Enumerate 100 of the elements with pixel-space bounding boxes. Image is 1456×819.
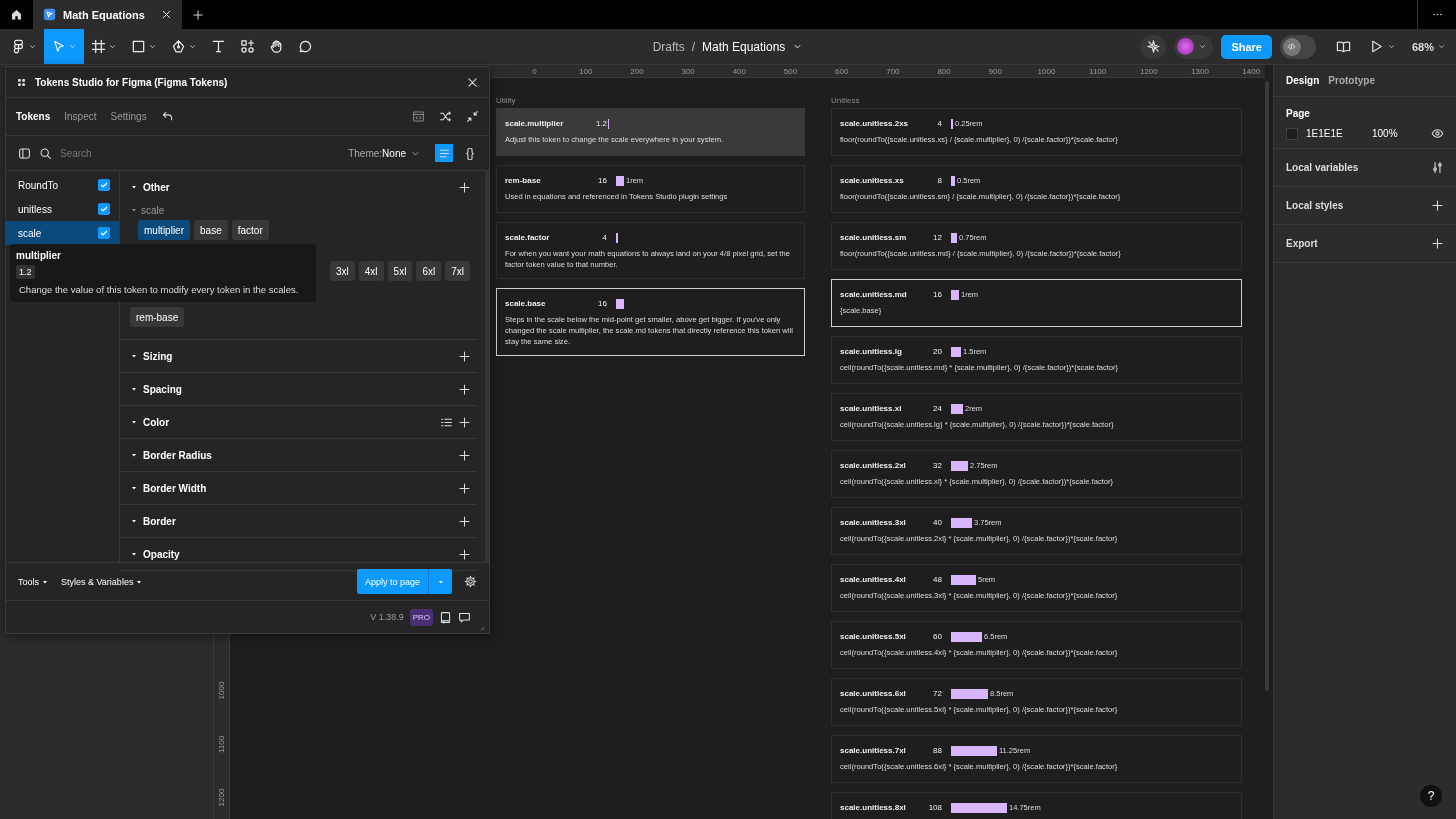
plus-icon[interactable] bbox=[458, 448, 471, 462]
group-title[interactable]: Color bbox=[143, 416, 170, 428]
json-view-button[interactable]: {} bbox=[461, 144, 479, 162]
text-cursor bbox=[608, 118, 609, 129]
sliders-icon[interactable] bbox=[1431, 161, 1444, 174]
token-chip[interactable]: 5xl bbox=[387, 261, 413, 281]
token-name: scale.unitless.6xl bbox=[840, 689, 907, 698]
close-icon[interactable] bbox=[466, 75, 479, 89]
token-set-item[interactable]: RoundTo bbox=[6, 173, 119, 197]
caret-icon[interactable] bbox=[130, 352, 138, 360]
color-swatch[interactable] bbox=[1286, 127, 1298, 140]
size-swatch bbox=[951, 346, 961, 357]
plus-icon[interactable] bbox=[1431, 199, 1444, 212]
token-value: 8 bbox=[936, 176, 942, 185]
dev-mode-toggle[interactable] bbox=[1279, 34, 1316, 59]
size-swatch bbox=[951, 403, 963, 414]
help-button[interactable]: ? bbox=[1420, 785, 1442, 807]
close-icon[interactable] bbox=[161, 9, 172, 20]
section-title: Page bbox=[1286, 108, 1311, 119]
ruler-label: 600 bbox=[835, 66, 849, 76]
docs-icon[interactable] bbox=[439, 610, 452, 624]
plugin-tab[interactable]: Inspect bbox=[64, 111, 97, 122]
token-chip[interactable]: 6xl bbox=[416, 261, 442, 281]
code-window-icon[interactable] bbox=[412, 110, 425, 123]
token-name: scale.unitless.xl bbox=[840, 404, 903, 413]
plus-icon[interactable] bbox=[458, 547, 471, 561]
token-set-item[interactable]: unitless bbox=[6, 197, 119, 221]
file-tab[interactable]: Math Equations bbox=[33, 0, 182, 29]
panel-tab[interactable]: Prototype bbox=[1328, 75, 1375, 86]
token-chip[interactable]: rem-base bbox=[130, 307, 185, 327]
plus-icon[interactable] bbox=[458, 514, 471, 528]
group-title[interactable]: Border bbox=[143, 515, 176, 527]
plugin-tab[interactable]: Settings bbox=[110, 111, 147, 122]
plus-icon[interactable] bbox=[458, 481, 471, 495]
token-value: 4 bbox=[936, 119, 942, 128]
token-set-item[interactable]: scale bbox=[6, 221, 119, 245]
zoom-menu[interactable]: 68% bbox=[1411, 40, 1446, 53]
plus-icon[interactable] bbox=[458, 349, 471, 363]
breadcrumb-folder[interactable]: Drafts bbox=[652, 39, 685, 54]
caret-icon[interactable] bbox=[130, 418, 138, 426]
group-title[interactable]: Sizing bbox=[143, 350, 173, 362]
menu-button[interactable]: Tools bbox=[18, 576, 49, 587]
token-value: 60 bbox=[932, 632, 942, 641]
book-icon[interactable] bbox=[1335, 39, 1351, 54]
token-name: rem-base bbox=[505, 176, 542, 185]
settings-icon[interactable] bbox=[464, 575, 477, 588]
group-title[interactable]: Spacing bbox=[143, 383, 182, 395]
menu-button[interactable]: Styles & Variables bbox=[61, 576, 144, 587]
plus-icon[interactable] bbox=[1431, 237, 1444, 250]
plus-icon[interactable] bbox=[458, 382, 471, 396]
size-swatch bbox=[951, 232, 957, 243]
plugin-tab[interactable]: Tokens bbox=[16, 111, 51, 122]
file-name[interactable]: Math Equations bbox=[702, 39, 786, 54]
caret-icon[interactable] bbox=[130, 550, 138, 558]
caret-icon[interactable] bbox=[130, 517, 138, 525]
ruler-label: 0 bbox=[532, 66, 537, 76]
caret-icon[interactable] bbox=[130, 385, 138, 393]
token-chip[interactable]: 3xl bbox=[330, 261, 355, 281]
group-title[interactable]: Border Width bbox=[143, 482, 207, 494]
eye-icon[interactable] bbox=[1431, 127, 1444, 140]
new-tab-icon[interactable] bbox=[192, 8, 204, 21]
group-title[interactable]: Opacity bbox=[143, 548, 180, 560]
home-icon[interactable] bbox=[10, 8, 23, 21]
token-name: scale.unitless.sm bbox=[840, 233, 908, 242]
token-chip[interactable]: base bbox=[194, 220, 228, 240]
group-title[interactable]: Other bbox=[143, 181, 170, 193]
caret-icon[interactable] bbox=[130, 451, 138, 459]
ruler-label: 800 bbox=[937, 66, 951, 76]
group-title[interactable]: Border Radius bbox=[143, 449, 212, 461]
search-field[interactable]: Search bbox=[58, 146, 341, 160]
plus-icon[interactable] bbox=[458, 180, 471, 194]
token-chip[interactable]: factor bbox=[231, 220, 269, 240]
shuffle-icon[interactable] bbox=[439, 110, 452, 123]
plus-icon[interactable] bbox=[458, 415, 471, 429]
ai-button[interactable] bbox=[1140, 34, 1167, 59]
checkbox[interactable] bbox=[98, 179, 110, 191]
checkbox[interactable] bbox=[98, 227, 110, 239]
hex-value[interactable]: 1E1E1E bbox=[1306, 128, 1364, 139]
caret-icon[interactable] bbox=[130, 183, 138, 191]
theme-dropdown[interactable]: Theme:None bbox=[348, 147, 421, 159]
panel-tab[interactable]: Design bbox=[1286, 75, 1320, 86]
text-icon bbox=[211, 39, 226, 54]
chat-icon[interactable] bbox=[458, 610, 471, 624]
opacity-value[interactable]: 100% bbox=[1372, 128, 1398, 139]
sidebar-toggle-icon[interactable] bbox=[18, 146, 31, 160]
checkbox[interactable] bbox=[98, 203, 110, 215]
token-chip[interactable]: 4xl bbox=[358, 261, 384, 281]
tooltip-title: multiplier bbox=[16, 250, 62, 261]
subgroup-title[interactable]: scale bbox=[141, 204, 165, 216]
ruler-label: 400 bbox=[732, 66, 746, 76]
collapse-icon[interactable] bbox=[466, 110, 479, 123]
undo-icon[interactable] bbox=[160, 110, 174, 123]
avatar-menu[interactable] bbox=[1174, 34, 1214, 59]
token-chip[interactable]: multiplier bbox=[138, 220, 190, 240]
tab-title: Math Equations bbox=[63, 8, 146, 21]
token-chip[interactable]: 7xl bbox=[445, 261, 470, 281]
frame-icon bbox=[91, 39, 106, 54]
caret-icon[interactable] bbox=[130, 484, 138, 492]
ruler-label: 900 bbox=[988, 66, 1002, 76]
caret-icon bbox=[28, 42, 37, 51]
